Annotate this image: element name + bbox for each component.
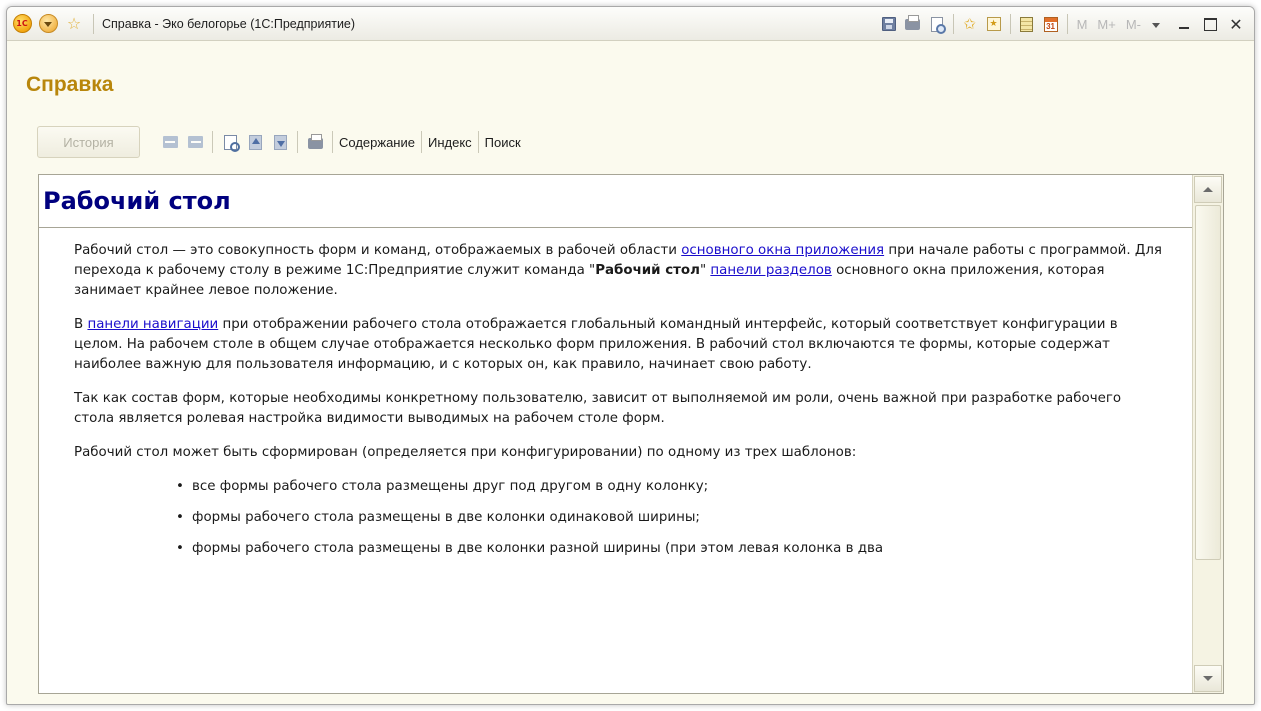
memory-plus-button[interactable]: M+ [1097,17,1115,32]
favorites-list-button[interactable]: ★ [985,15,1003,33]
paragraph-1: Рабочий стол — это совокупность форм и к… [74,241,1164,301]
toolbar-separator [212,131,213,153]
favorites-list-icon: ★ [986,17,1001,31]
paragraph-3: Так как состав форм, которые необходимы … [74,391,1122,426]
help-window: 1С ☆ Справка - Эко белогорье (1С:Предпри… [6,6,1255,705]
title-bar: 1С ☆ Справка - Эко белогорье (1С:Предпри… [7,7,1254,41]
print-preview-button[interactable] [928,15,946,34]
vertical-scrollbar[interactable] [1192,175,1223,693]
topic-up-icon [248,134,262,150]
star-icon: ☆ [66,13,82,33]
favorites-button[interactable]: ☆ [63,13,85,35]
find-page-icon [223,134,240,152]
back-arrow-icon [162,136,178,148]
toolbar-separator-4 [420,131,422,153]
previous-topic-button[interactable] [247,134,263,150]
preview-icon [930,16,946,34]
scroll-down-button[interactable] [1194,665,1222,692]
tools-separator-2 [1009,14,1011,34]
chevron-down-icon[interactable] [1152,22,1160,28]
add-favorite-button[interactable]: ✩ [961,15,979,33]
window-title: Справка - Эко белогорье (1С:Предприятие) [102,16,356,31]
index-link[interactable]: Индекс [428,135,472,150]
minimize-button[interactable] [1172,13,1196,35]
print-button[interactable] [904,14,922,33]
history-button[interactable]: История [37,126,140,158]
save-button[interactable] [880,15,898,33]
main-menu-button[interactable] [37,13,59,35]
print-icon [905,14,921,30]
menu-dropdown-icon [38,14,58,33]
tools-separator-3 [1066,14,1068,34]
memory-minus-button[interactable]: M- [1126,17,1141,32]
help-content-frame: Рабочий стол Рабочий стол — это совокупн… [38,174,1224,694]
page-title: Справка [26,73,114,96]
scroll-up-button[interactable] [1194,176,1222,203]
help-toolbar: История Содержание Индекс Поиск [37,126,521,158]
toolbar-separator-5 [477,131,479,153]
memory-m-button[interactable]: M [1077,17,1088,32]
calculator-button[interactable] [1018,15,1036,33]
document-title: Рабочий стол [43,187,231,215]
text-span: " [699,263,711,278]
toolbar-separator-2 [297,131,298,153]
calendar-icon: 31 [1043,16,1058,32]
link-sections-panel[interactable]: панели разделов [710,263,831,278]
forward-button[interactable] [187,134,203,150]
close-button[interactable]: ✕ [1224,13,1248,35]
logo-1c-icon: 1С [12,14,32,33]
bold-command-name: Рабочий стол [595,263,700,278]
title-separator [93,13,94,34]
paragraph-2: В панели навигации при отображении рабоч… [74,315,1164,375]
calculator-icon [1020,16,1034,32]
text-span: Рабочий стол — это совокупность форм и к… [74,243,682,258]
scroll-thumb[interactable] [1195,205,1221,560]
document-body[interactable]: Рабочий стол — это совокупность форм и к… [39,228,1192,693]
title-tools: ✩ ★ 31 M M+ M- ✕ [877,7,1254,41]
search-link[interactable]: Поиск [485,135,521,150]
tools-separator [952,14,954,34]
forward-arrow-icon [187,136,203,148]
find-in-contents-button[interactable] [222,134,240,152]
template-list: все формы рабочего стола размещены друг … [174,477,1192,559]
toolbar-separator-3 [332,131,333,153]
document-header: Рабочий стол [39,175,1223,228]
text-span: при отображении рабочего стола отображае… [74,317,1118,372]
print-topic-button[interactable] [307,134,323,150]
link-main-window[interactable]: основного окна приложения [681,243,884,258]
calendar-button[interactable]: 31 [1042,15,1060,33]
topic-down-icon [273,134,287,150]
paragraph-4: Рабочий стол может быть сформирован (опр… [74,445,857,460]
list-item: все формы рабочего стола размещены друг … [174,477,1192,497]
list-item: формы рабочего стола размещены в две кол… [174,508,1192,528]
favorite-add-icon: ✩ [963,15,976,33]
app-logo-button[interactable]: 1С [11,13,33,35]
back-button[interactable] [162,134,178,150]
list-item: формы рабочего стола размещены в две кол… [174,539,1192,559]
save-icon [881,17,896,31]
maximize-button[interactable] [1198,13,1222,35]
contents-link[interactable]: Содержание [339,135,415,150]
printer-icon [307,134,323,149]
text-span: В [74,317,88,332]
next-topic-button[interactable] [272,134,288,150]
link-navigation-panel[interactable]: панели навигации [87,317,218,332]
